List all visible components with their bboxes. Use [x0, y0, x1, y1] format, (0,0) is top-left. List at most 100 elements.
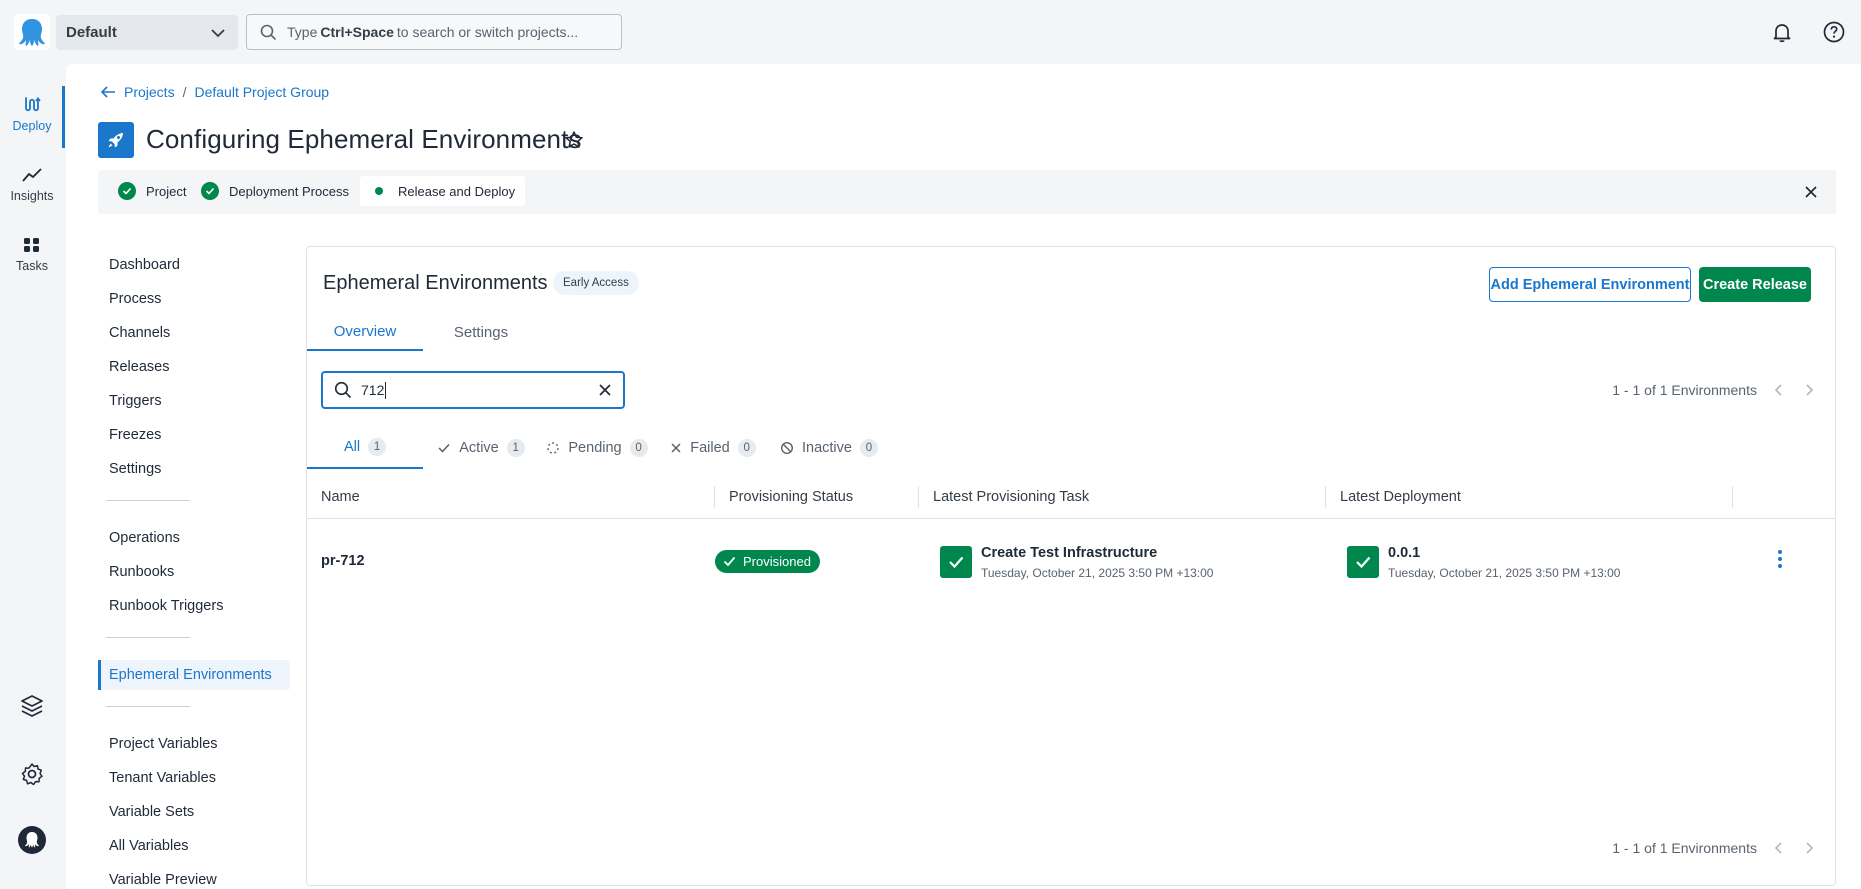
status-tab-all[interactable]: All 1	[307, 427, 423, 469]
card-title: Ephemeral Environments	[323, 272, 548, 294]
count-badge: 1	[368, 438, 387, 456]
task-success-icon	[940, 546, 972, 578]
status-tab-pending[interactable]: Pending 0	[539, 427, 655, 469]
clear-icon[interactable]	[597, 382, 613, 398]
status-tab-label: Failed	[690, 440, 730, 456]
filter-value: 712	[361, 382, 385, 398]
insights-icon	[22, 168, 42, 182]
left-rail: Deploy Insights Tasks	[0, 64, 65, 889]
status-tab-inactive[interactable]: Inactive 0	[771, 427, 887, 469]
x-icon	[671, 443, 681, 453]
rocket-icon	[108, 133, 123, 148]
nav-dashboard[interactable]: Dashboard	[98, 250, 290, 280]
count-badge: 0	[737, 439, 756, 457]
column-header-latest-provisioning-task[interactable]: Latest Provisioning Task	[919, 476, 1089, 518]
status-tab-label: Pending	[568, 440, 622, 456]
pager-top: 1 - 1 of 1 Environments	[1612, 378, 1817, 402]
avatar[interactable]	[18, 826, 46, 854]
nav-triggers[interactable]: Triggers	[98, 386, 290, 416]
help-icon[interactable]	[1822, 20, 1846, 44]
nav-variable-preview[interactable]: Variable Preview	[98, 865, 290, 889]
arrow-left-icon[interactable]	[100, 85, 116, 99]
check-circle-icon	[118, 182, 136, 200]
space-name: Default	[66, 24, 117, 41]
chevron-left-icon[interactable]	[1771, 840, 1787, 856]
status-label: Provisioned	[743, 554, 811, 569]
ban-icon	[780, 441, 794, 455]
step-release-and-deploy[interactable]: Release and Deploy	[360, 176, 526, 206]
rail-item-tasks[interactable]: Tasks	[0, 228, 64, 288]
chevron-left-icon[interactable]	[1771, 382, 1787, 398]
nav-operations[interactable]: Operations	[98, 523, 290, 553]
getting-started-steps: Project Deployment Process Release and D…	[98, 170, 1836, 214]
status-tab-active[interactable]: Active 1	[423, 427, 539, 469]
create-release-button[interactable]: Create Release	[1699, 267, 1811, 302]
breadcrumb-separator: /	[182, 84, 187, 100]
step-project[interactable]: Project	[108, 176, 196, 206]
space-selector[interactable]: Default	[56, 15, 238, 50]
deployment-version-link[interactable]: 0.0.1	[1388, 545, 1420, 561]
table-row[interactable]: pr-712 Provisioned Create Test Infrastru…	[307, 519, 1835, 607]
pager-text: 1 - 1 of 1 Environments	[1612, 382, 1757, 398]
pager-bottom: 1 - 1 of 1 Environments	[1612, 836, 1817, 860]
nav-freezes[interactable]: Freezes	[98, 420, 290, 450]
nav-variable-sets[interactable]: Variable Sets	[98, 797, 290, 827]
provisioning-task-link[interactable]: Create Test Infrastructure	[981, 545, 1157, 561]
search-prefix: Type	[287, 24, 318, 40]
step-deployment-process[interactable]: Deployment Process	[191, 176, 359, 206]
nav-settings[interactable]: Settings	[98, 454, 290, 484]
gear-icon[interactable]	[18, 760, 46, 788]
count-badge: 0	[859, 439, 878, 457]
more-options-icon[interactable]	[1777, 549, 1783, 569]
bell-icon[interactable]	[1770, 20, 1794, 44]
spinner-icon	[547, 442, 560, 454]
count-badge: 1	[506, 439, 525, 457]
breadcrumb-group-link[interactable]: Default Project Group	[194, 84, 329, 100]
status-tab-failed[interactable]: Failed 0	[655, 427, 771, 469]
chevron-right-icon[interactable]	[1801, 840, 1817, 856]
nav-project-variables[interactable]: Project Variables	[98, 729, 290, 759]
project-logo	[98, 122, 134, 158]
chevron-down-icon	[211, 29, 225, 38]
step-label: Project	[146, 183, 187, 199]
nav-runbook-triggers[interactable]: Runbook Triggers	[98, 591, 290, 621]
add-ephemeral-environment-button[interactable]: Add Ephemeral Environment	[1489, 267, 1691, 302]
search-suffix: to search or switch projects...	[396, 24, 579, 40]
nav-releases[interactable]: Releases	[98, 352, 290, 382]
column-header-provisioning-status[interactable]: Provisioning Status	[715, 476, 853, 518]
provisioned-status-badge: Provisioned	[715, 550, 820, 573]
page-title: Configuring Ephemeral Environments	[146, 124, 582, 154]
rail-item-deploy[interactable]: Deploy	[0, 86, 65, 148]
avatar-octopus-icon	[25, 832, 39, 848]
column-header-latest-deployment[interactable]: Latest Deployment	[1326, 476, 1461, 518]
search-shortcut: Ctrl+Space	[320, 24, 394, 40]
rail-label: Deploy	[12, 119, 52, 133]
close-icon[interactable]	[1802, 183, 1820, 201]
nav-tenant-variables[interactable]: Tenant Variables	[98, 763, 290, 793]
tasks-icon	[24, 238, 39, 252]
status-tab-label: All	[343, 439, 361, 455]
check-icon	[438, 443, 450, 453]
nav-channels[interactable]: Channels	[98, 318, 290, 348]
pager-text: 1 - 1 of 1 Environments	[1612, 840, 1757, 856]
star-icon[interactable]	[564, 130, 584, 150]
nav-process[interactable]: Process	[98, 284, 290, 314]
nav-ephemeral-environments[interactable]: Ephemeral Environments	[98, 660, 290, 690]
nav-runbooks[interactable]: Runbooks	[98, 557, 290, 587]
status-tab-label: Inactive	[802, 440, 852, 456]
octopus-logo-icon[interactable]	[14, 14, 50, 50]
environment-filter-input[interactable]: 712	[321, 371, 625, 409]
chevron-right-icon[interactable]	[1801, 382, 1817, 398]
layers-icon[interactable]	[18, 692, 46, 720]
tab-settings[interactable]: Settings	[423, 313, 539, 351]
provisioning-task-time: Tuesday, October 21, 2025 3:50 PM +13:00	[981, 566, 1214, 580]
project-search-input[interactable]: Type Ctrl+Space to search or switch proj…	[246, 14, 622, 50]
current-step-dot-icon	[375, 187, 383, 195]
tab-overview[interactable]: Overview	[307, 313, 423, 351]
nav-divider	[106, 706, 190, 707]
environment-name-link[interactable]: pr-712	[321, 553, 365, 569]
nav-all-variables[interactable]: All Variables	[98, 831, 290, 861]
breadcrumb-projects-link[interactable]: Projects	[124, 84, 175, 100]
rail-item-insights[interactable]: Insights	[0, 158, 64, 218]
column-header-name[interactable]: Name	[307, 476, 360, 518]
